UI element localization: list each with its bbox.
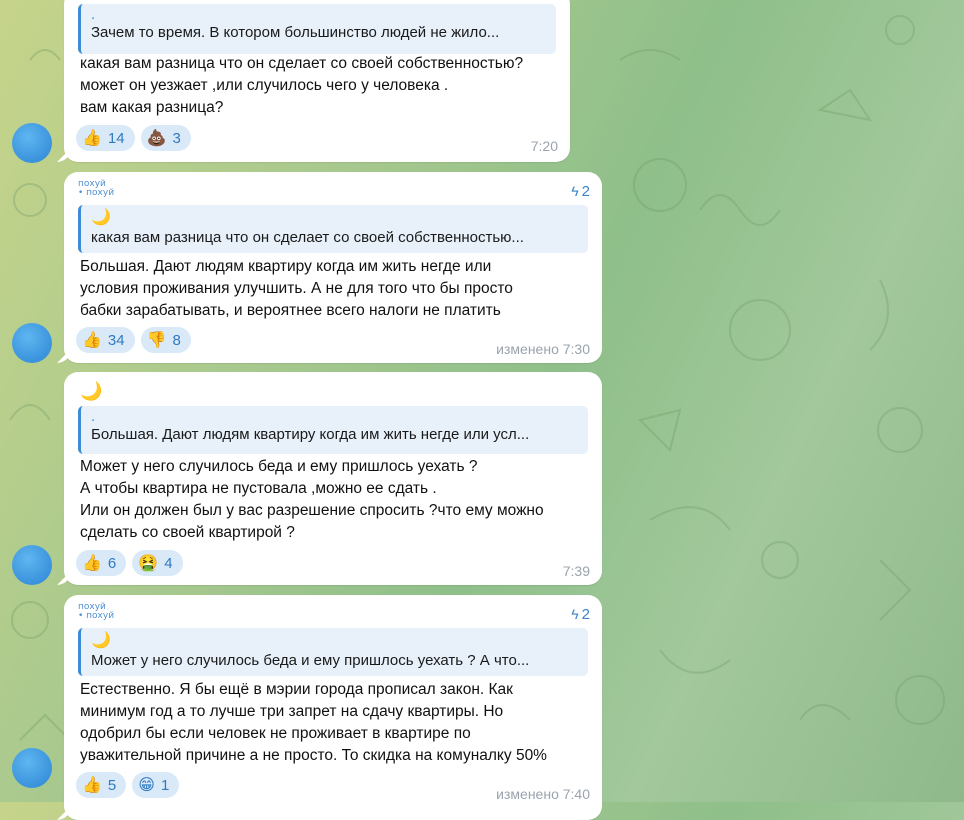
grinning-face-icon: 😁: [138, 777, 155, 794]
avatar[interactable]: [12, 323, 52, 363]
reaction-thumbs-up[interactable]: 👍 5: [76, 772, 127, 798]
reply-text: Зачем то время. В котором большинство лю…: [91, 24, 500, 41]
reaction-count: 34: [107, 331, 125, 349]
lightning-icon: ϟ: [571, 606, 579, 622]
reply-quote[interactable]: . Зачем то время. В котором большинство …: [78, 4, 556, 54]
reaction-count: 6: [107, 554, 117, 572]
message-time: изменено 7:30: [496, 341, 590, 357]
reaction-count: 5: [107, 776, 117, 794]
reaction-thumbs-up[interactable]: 👍 34: [76, 327, 135, 353]
reply-quote[interactable]: 🌙 какая вам разница что он сделает со св…: [78, 205, 588, 253]
message-time: 7:39: [562, 563, 590, 579]
reaction-vomit[interactable]: 🤮 4: [132, 550, 183, 576]
vomit-face-icon: 🤮: [138, 555, 159, 572]
thumbs-down-icon: 👎: [146, 332, 167, 349]
reactions: 👍 5 😁 1: [76, 772, 180, 798]
reaction-thumbs-up[interactable]: 👍 6: [76, 550, 127, 576]
reaction-grin[interactable]: 😁 1: [132, 772, 180, 798]
reply-author: .: [91, 6, 96, 23]
thumbs-up-icon: 👍: [82, 130, 102, 147]
message-bubble[interactable]: . Зачем то время. В котором большинство …: [64, 0, 570, 162]
thumbs-up-icon: 👍: [82, 777, 102, 794]
thumbs-up-icon: 👍: [82, 555, 102, 572]
crescent-moon-icon: 🌙: [91, 209, 111, 226]
crescent-moon-icon: 🌙: [91, 632, 111, 649]
message-text: Большая. Дают людям квартиру когда им жи…: [80, 258, 513, 319]
poop-icon: 💩: [146, 130, 167, 147]
reaction-count: 1: [160, 776, 170, 794]
avatar[interactable]: [12, 545, 52, 585]
reaction-thumbs-up[interactable]: 👍 14: [76, 125, 135, 151]
reactions: 👍 6 🤮 4: [76, 550, 183, 576]
message-time: 7:20: [530, 138, 558, 154]
boost-badge[interactable]: ϟ2: [571, 606, 590, 623]
reply-author: .: [91, 408, 96, 425]
avatar[interactable]: [12, 748, 52, 788]
reactions: 👍 34 👎 8: [76, 327, 191, 353]
message-bubble[interactable]: 🌙 . Большая. Дают людям квартиру когда и…: [64, 372, 602, 585]
message-time: изменено 7:40: [496, 786, 590, 802]
message-bubble[interactable]: похуй • похуй ϟ2 🌙 Может у него случилос…: [64, 595, 602, 820]
reaction-poop[interactable]: 💩 3: [140, 125, 191, 151]
reaction-count: 14: [107, 129, 125, 147]
reaction-count: 4: [164, 554, 173, 572]
thumbs-up-icon: 👍: [82, 332, 102, 349]
reply-text: какая вам разница что он сделает со свое…: [91, 229, 524, 246]
message-text: Может у него случилось беда и ему пришло…: [80, 458, 544, 541]
reply-quote[interactable]: . Большая. Дают людям квартиру когда им …: [78, 406, 588, 454]
reaction-thumbs-down[interactable]: 👎 8: [140, 327, 191, 353]
reaction-count: 8: [172, 331, 181, 349]
reply-text: Может у него случилось беда и ему пришло…: [91, 652, 530, 669]
crescent-moon-icon: 🌙: [80, 381, 103, 401]
avatar[interactable]: [12, 123, 52, 163]
message-bubble[interactable]: похуй • похуй ϟ2 🌙 какая вам разница что…: [64, 172, 602, 363]
reply-text: Большая. Дают людям квартиру когда им жи…: [91, 426, 530, 443]
sender-logo[interactable]: похуй • похуй: [78, 180, 114, 198]
reply-quote[interactable]: 🌙 Может у него случилось беда и ему приш…: [78, 628, 588, 676]
sender-logo[interactable]: похуй • похуй: [78, 603, 114, 621]
reactions: 👍 14 💩 3: [76, 125, 191, 151]
message-text: Естественно. Я бы ещё в мэрии города про…: [80, 681, 547, 764]
message-text: какая вам разница что он сделает со свое…: [80, 55, 524, 116]
boost-badge[interactable]: ϟ2: [571, 183, 590, 200]
reaction-count: 3: [172, 129, 181, 147]
lightning-icon: ϟ: [571, 183, 579, 199]
